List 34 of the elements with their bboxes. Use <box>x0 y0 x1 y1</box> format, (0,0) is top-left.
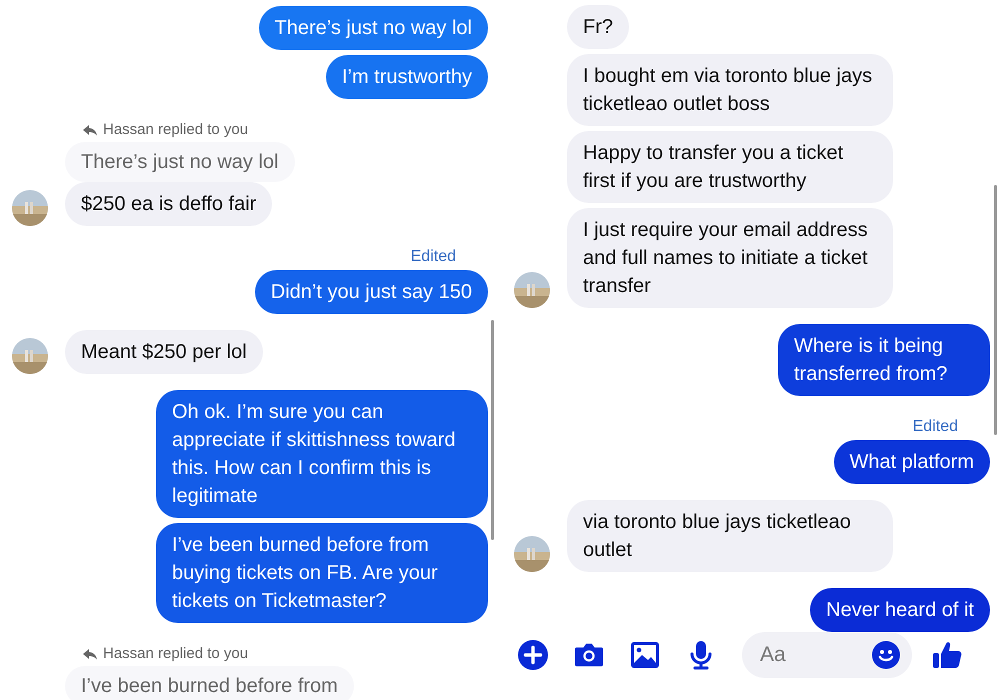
avatar[interactable] <box>514 272 550 308</box>
quoted-message: There’s just no way lol <box>65 142 294 182</box>
sent-message: I’ve been burned before from buying tickets on FB. Are your tickets on Ticketmaster? <box>156 523 488 623</box>
quoted-message: I’ve been burned before from <box>65 666 354 700</box>
image-icon[interactable] <box>630 640 660 670</box>
edited-label: Edited <box>912 418 959 436</box>
scrollbar[interactable] <box>491 320 494 540</box>
received-message: via toronto blue jays ticketleao outlet <box>567 500 893 572</box>
sent-message: I’m trustworthy <box>326 55 488 99</box>
received-message: I bought em via toronto blue jays ticketleao outlet boss <box>567 54 893 126</box>
reply-icon <box>83 124 97 136</box>
received-message: $250 ea is deffo fair <box>65 182 272 226</box>
sent-message: Oh ok. I’m sure you can appreciate if skittishness toward this. How can I confirm this is legitimate <box>156 390 488 518</box>
reply-icon <box>83 648 97 660</box>
received-message: Happy to transfer you a ticket first if you are trustworthy <box>567 131 893 203</box>
reply-label: Hassan replied to you <box>103 121 248 138</box>
sent-message: Never heard of it <box>810 588 990 632</box>
message-input[interactable]: Aa <box>742 632 912 678</box>
scrollbar[interactable] <box>994 185 997 435</box>
avatar[interactable] <box>12 338 48 374</box>
edited-label: Edited <box>410 248 457 266</box>
received-message: Fr? <box>567 5 629 49</box>
thumbs-up-icon[interactable] <box>932 640 962 670</box>
sent-message: Where is it being transferred from? <box>778 324 990 396</box>
received-message: Meant $250 per lol <box>65 330 263 374</box>
emoji-icon[interactable] <box>872 641 900 669</box>
sent-message: Didn’t you just say 150 <box>254 270 488 314</box>
avatar[interactable] <box>12 190 48 226</box>
plus-icon[interactable] <box>518 640 548 670</box>
sent-message: What platform <box>834 440 990 484</box>
received-message: I just require your email address and full names to initiate a ticket transfer <box>567 208 893 308</box>
sent-message: There’s just no way lol <box>258 6 488 50</box>
reply-label: Hassan replied to you <box>103 645 248 662</box>
avatar[interactable] <box>514 536 550 572</box>
